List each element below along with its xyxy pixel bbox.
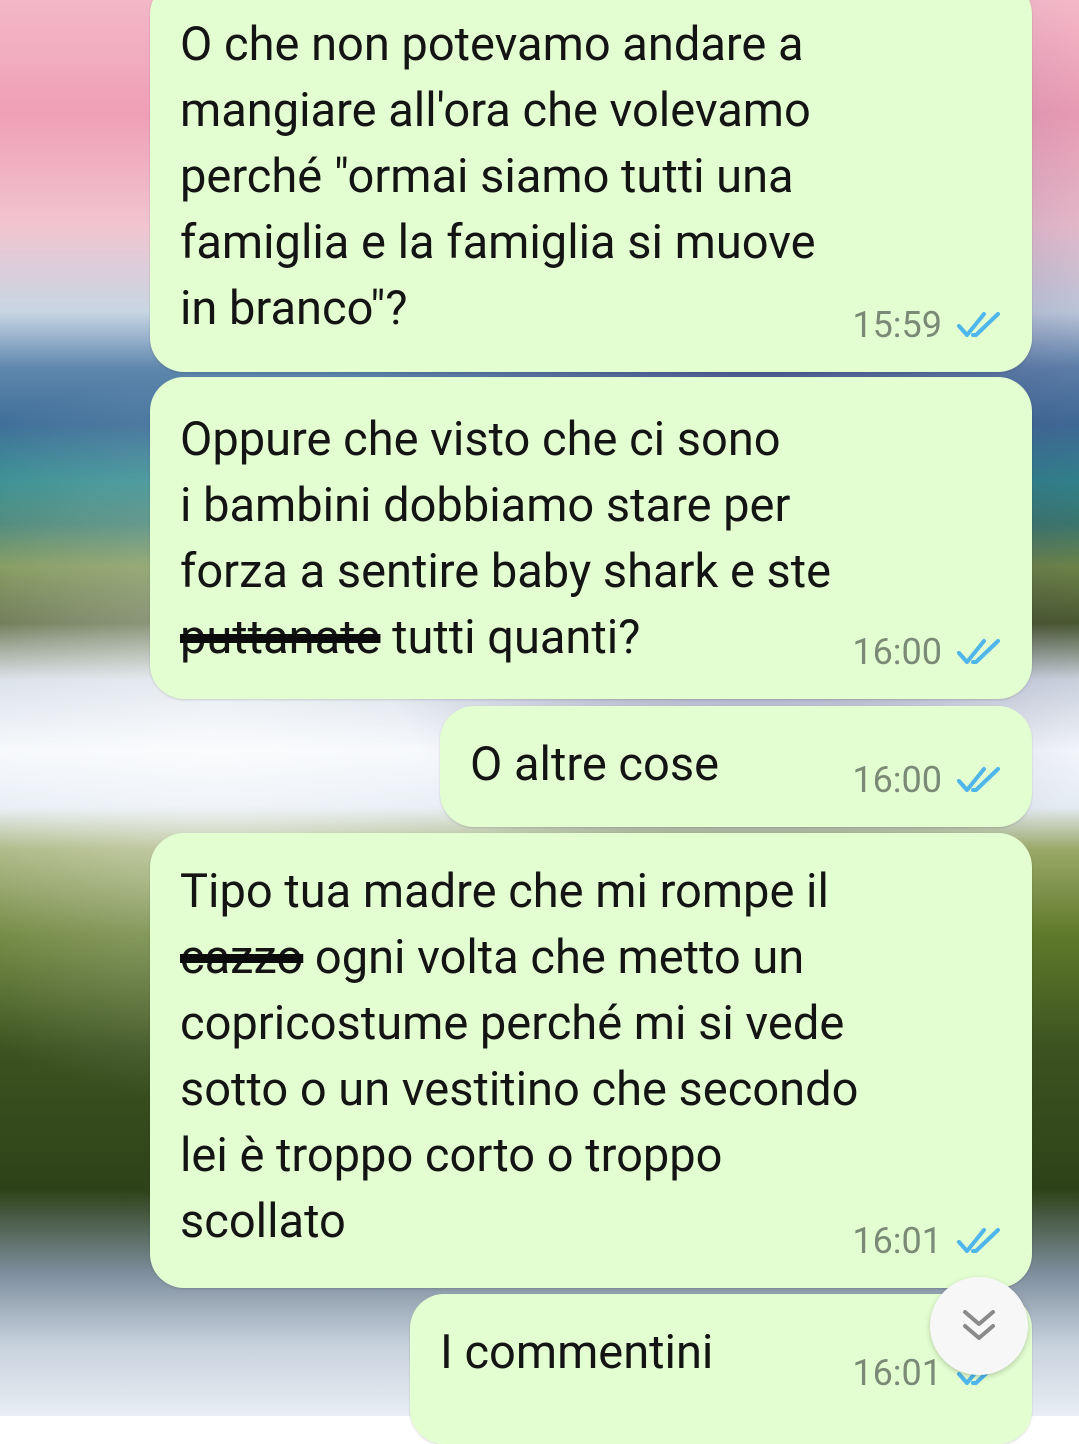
- message-time: 16:01: [852, 1220, 942, 1262]
- message-bubble[interactable]: Tipo tua madre che mi rompe il cazzo ogn…: [150, 833, 1032, 1288]
- message-meta: 16:00: [852, 631, 1002, 673]
- censored-word: cazzo: [180, 930, 304, 985]
- double-check-icon: [957, 1228, 1000, 1253]
- message-bubble[interactable]: Oppure che visto che ci sono i bambini d…: [150, 377, 1032, 699]
- message-text: O che non potevamo andare a mangiare all…: [180, 17, 816, 336]
- double-check-icon: [957, 312, 1000, 337]
- message-text: Tipo tua madre che mi rompe il cazzo ogn…: [180, 864, 859, 1249]
- message-time: 16:01: [852, 1352, 942, 1394]
- message-meta: 15:59: [852, 304, 1002, 346]
- double-check-icon: [957, 767, 1000, 792]
- message-time: 15:59: [852, 304, 942, 346]
- chevron-double-down-icon: [963, 1310, 995, 1340]
- message-bubble[interactable]: O altre cose 16:00: [440, 706, 1032, 827]
- double-check-icon: [957, 639, 1000, 664]
- message-bubble[interactable]: O che non potevamo andare a mangiare all…: [150, 0, 1032, 372]
- scroll-to-bottom-button[interactable]: [930, 1277, 1028, 1375]
- censored-word: puttanate: [180, 610, 381, 665]
- message-time: 16:00: [852, 631, 942, 673]
- message-meta: 16:00: [852, 759, 1002, 801]
- message-time: 16:00: [852, 759, 942, 801]
- message-meta: 16:01: [852, 1220, 1002, 1262]
